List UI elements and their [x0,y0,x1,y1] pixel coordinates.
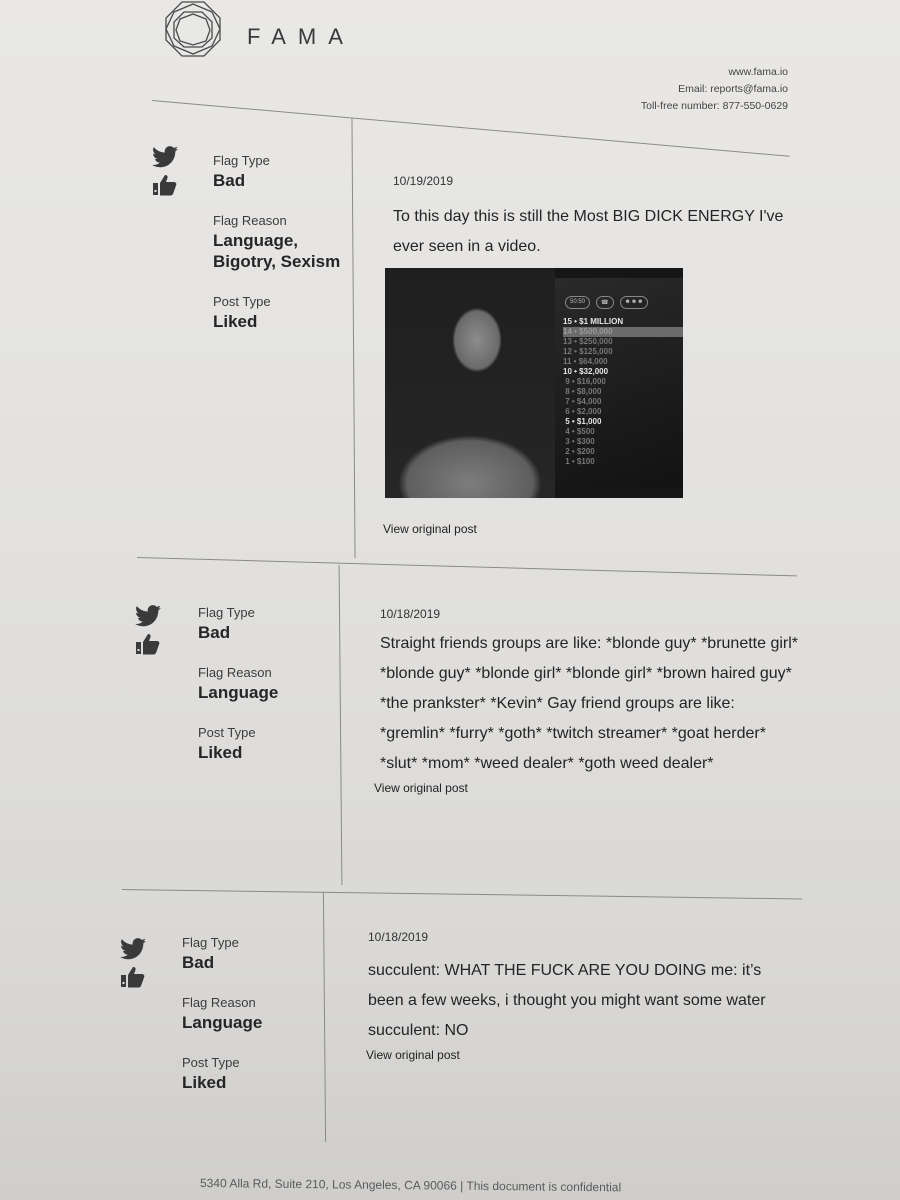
phone-text: Toll-free number: 877-550-0629 [640,100,788,112]
view-original-post-link[interactable]: View original post [383,522,477,536]
twitter-icon [152,146,178,168]
thumbs-up-icon [153,175,177,196]
post-date: 10/18/2019 [380,607,441,621]
money-ladder-row: 5 • $1,000 [563,417,602,426]
report-page: FAMA www.fama.io Email: reports@fama.io … [0,0,900,1200]
money-ladder-row: 2 • $200 [563,447,595,456]
website-link[interactable]: www.fama.io [641,64,788,81]
flag-reason-label: Flag Reason [198,665,272,680]
contact-info: www.fama.io Email: reports@fama.io Toll-… [641,64,788,115]
flag-reason-label: Flag Reason [182,995,256,1010]
money-ladder-row: 7 • $4,000 [563,397,602,406]
octagon-gem-logo-icon [165,1,221,57]
divider-1 [136,557,797,577]
view-original-post-link[interactable]: View original post [374,781,468,795]
twitter-icon [135,605,161,627]
money-ladder-row: 15 • $1 MILLION [563,317,624,326]
lifeline-audience-icon: ☻☻☻ [619,296,649,309]
email-text: Email: reports@fama.io [678,83,788,95]
post-type-value: Liked [182,1073,227,1092]
money-ladder-row: 10 • $32,000 [563,367,609,376]
flag-type-value: Bad [182,953,215,972]
contestant-image [385,268,555,498]
post-text: To this day this is still the Most BIG D… [393,208,784,255]
post-date: 10/19/2019 [393,174,454,188]
divider-2 [121,889,802,900]
money-ladder-list: 15 • $1 MILLION 14 • $500,000 13 • $250,00… [563,317,683,467]
flag-type-label: Flag Type [182,935,239,950]
lifelines: 50:50 ☎ ☻☻☻ [565,296,683,309]
thumbs-up-icon [136,634,160,655]
thumbs-up-icon [121,967,145,988]
money-ladder-row: 9 • $16,000 [563,377,606,386]
flag-type-value: Bad [213,171,246,190]
money-ladder-row: 13 • $250,000 [563,337,613,346]
money-ladder: 50:50 ☎ ☻☻☻ 15 • $1 MILLION 14 • $500,000… [555,278,683,488]
post-type-label: Post Type [198,725,256,740]
post-type-label: Post Type [182,1055,240,1070]
flag-type-label: Flag Type [213,153,270,168]
money-ladder-row: 1 • $100 [563,457,595,466]
lifeline-phone-icon: ☎ [596,296,614,309]
lifeline-fifty-fifty: 50:50 [565,296,591,309]
post-text: succulent: WHAT THE FUCK ARE YOU DOING m… [368,962,766,1039]
money-ladder-row: 14 • $500,000 [563,327,683,337]
flag-reason-value: Language [182,1013,263,1032]
brand-name: FAMA [247,24,355,49]
flag-reason-value: Language [198,683,279,702]
post-type-label: Post Type [213,294,271,309]
money-ladder-row: 12 • $125,000 [563,347,613,356]
money-ladder-row: 3 • $300 [563,437,595,446]
footer-address: 5340 Alla Rd, Suite 210, Los Angeles, CA… [199,1176,622,1195]
post-text: Straight friends groups are like: *blond… [380,635,799,772]
money-ladder-row: 8 • $8,000 [563,387,602,396]
post-media-image[interactable]: 50:50 ☎ ☻☻☻ 15 • $1 MILLION 14 • $500,000… [385,268,683,498]
post-date: 10/18/2019 [368,930,429,944]
flag-reason-value: Language, Bigotry, Sexism [213,231,341,271]
view-original-post-link[interactable]: View original post [366,1048,460,1062]
flag-type-value: Bad [198,623,231,642]
twitter-icon [120,938,146,960]
flag-reason-label: Flag Reason [213,213,287,228]
money-ladder-row: 6 • $2,000 [563,407,602,416]
post-type-value: Liked [198,743,243,762]
post-type-value: Liked [213,312,258,331]
money-ladder-row: 11 • $64,000 [563,357,608,366]
flag-type-label: Flag Type [198,605,255,620]
money-ladder-row: 4 • $500 [563,427,595,436]
